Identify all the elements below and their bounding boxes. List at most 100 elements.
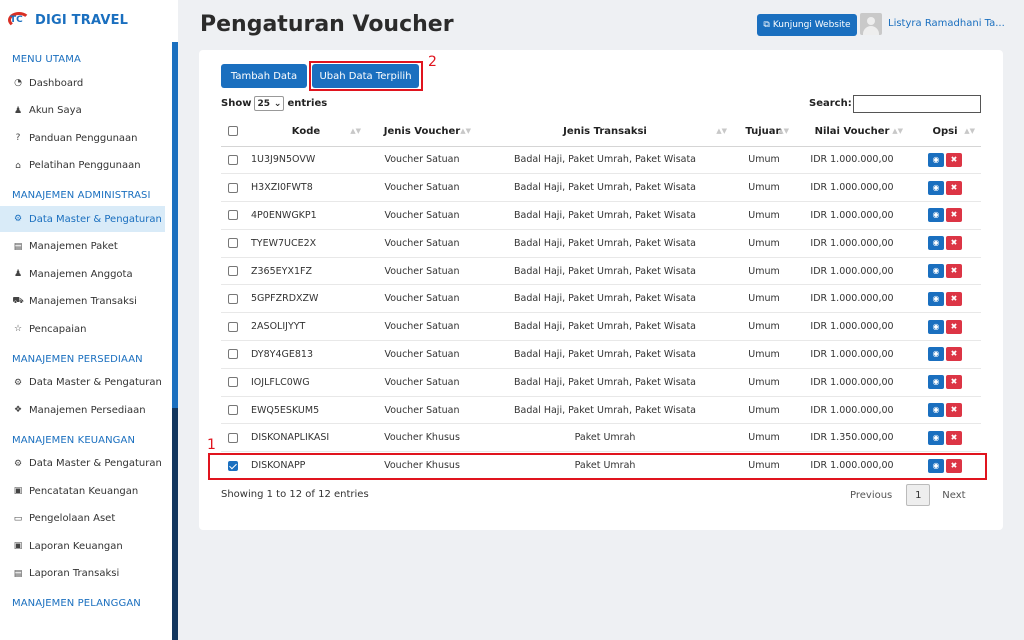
delete-icon[interactable]: ✖: [946, 319, 962, 334]
sidebar-item[interactable]: ⌂ Pelatihan Penggunaan: [0, 153, 165, 179]
sidebar-item[interactable]: ❖ Manajemen Persediaan: [0, 397, 165, 423]
sidebar-item[interactable]: ⛟ Manajemen Transaksi: [0, 289, 165, 315]
delete-icon[interactable]: ✖: [946, 264, 962, 279]
row-select-cell[interactable]: [221, 312, 245, 342]
sidebar-item[interactable]: ☆ Pencapaian: [0, 316, 165, 342]
search-input[interactable]: [853, 95, 981, 113]
cell-voucher-type: Voucher Satuan: [367, 201, 477, 230]
delete-icon[interactable]: ✖: [946, 152, 962, 167]
sidebar-item[interactable]: ⚙ Data Master & Pengaturan: [0, 206, 165, 232]
view-eye-icon[interactable]: ◉: [928, 319, 944, 334]
sidebar-item[interactable]: ▣ Laporan Keuangan: [0, 533, 165, 559]
view-eye-icon[interactable]: ◉: [928, 152, 944, 167]
col-header-options[interactable]: Opsi ▲▼: [909, 118, 981, 147]
sidebar-item[interactable]: ♟ Akun Saya: [0, 98, 165, 124]
row-select-cell[interactable]: [221, 229, 245, 258]
brand[interactable]: TC DIGI TRAVEL: [8, 12, 128, 28]
row-checkbox[interactable]: [228, 182, 238, 193]
table-row[interactable]: DY8Y4GE813 Voucher Satuan Badal Haji, Pake…: [221, 340, 981, 369]
col-header-code[interactable]: Kode ▲▼: [245, 118, 367, 147]
row-checkbox[interactable]: [228, 377, 238, 388]
table-row[interactable]: EWQ5ESKUM5 Voucher Satuan Badal Haji, Pake…: [221, 396, 981, 425]
sidebar-item[interactable]: ♟ Manajemen Anggota: [0, 261, 165, 287]
view-eye-icon[interactable]: ◉: [928, 403, 944, 418]
row-checkbox[interactable]: [228, 432, 238, 443]
sidebar-item[interactable]: ◔ Dashboard: [0, 70, 165, 96]
row-select-cell[interactable]: [221, 257, 245, 286]
delete-icon[interactable]: ✖: [946, 180, 962, 195]
row-checkbox[interactable]: [228, 154, 238, 165]
row-checkbox[interactable]: [228, 405, 238, 416]
sort-icon: ▲▼: [460, 127, 471, 135]
delete-icon[interactable]: ✖: [946, 291, 962, 306]
row-select-cell[interactable]: [221, 201, 245, 230]
select-all-header[interactable]: [221, 118, 245, 147]
col-header-trans-label: Jenis Transaksi: [563, 126, 647, 138]
row-select-cell[interactable]: [221, 423, 245, 453]
table-row[interactable]: 2ASOLIJYYT Voucher Satuan Badal Haji, Pake…: [221, 312, 981, 342]
row-checkbox[interactable]: [228, 266, 238, 277]
delete-icon[interactable]: ✖: [946, 208, 962, 223]
row-select-cell[interactable]: [221, 284, 245, 314]
delete-icon[interactable]: ✖: [946, 236, 962, 251]
delete-icon[interactable]: ✖: [946, 347, 962, 362]
row-checkbox[interactable]: [228, 321, 238, 332]
sidebar-item[interactable]: ? Panduan Penggunaan: [0, 125, 165, 151]
cell-code: TYEW7UCE2X: [245, 229, 367, 258]
view-eye-icon[interactable]: ◉: [928, 430, 944, 445]
view-eye-icon[interactable]: ◉: [928, 375, 944, 390]
view-eye-icon[interactable]: ◉: [928, 208, 944, 223]
view-eye-icon[interactable]: ◉: [928, 291, 944, 306]
row-checkbox[interactable]: [228, 293, 238, 304]
table-row[interactable]: 5GPFZRDXZW Voucher Satuan Badal Haji, Pake…: [221, 284, 981, 314]
view-eye-icon[interactable]: ◉: [928, 180, 944, 195]
row-checkbox[interactable]: [228, 349, 238, 360]
page-number-button[interactable]: 1: [906, 484, 931, 506]
col-header-target[interactable]: Tujuan ▲▼: [733, 118, 795, 147]
delete-icon[interactable]: ✖: [946, 430, 962, 445]
sidebar-scrollbar-thumb[interactable]: [172, 408, 178, 640]
cell-code: DY8Y4GE813: [245, 340, 367, 369]
row-checkbox[interactable]: [228, 210, 238, 221]
cell-target: Umum: [733, 423, 795, 453]
show-label: Show: [221, 98, 252, 109]
col-header-value[interactable]: Nilai Voucher ▲▼: [795, 118, 909, 147]
table-row[interactable]: TYEW7UCE2X Voucher Satuan Badal Haji, Pake…: [221, 229, 981, 258]
sidebar-item[interactable]: ⚙ Data Master & Pengaturan: [0, 370, 165, 396]
select-all-checkbox[interactable]: [228, 126, 238, 137]
sidebar-item[interactable]: ⚙ Data Master & Pengaturan: [0, 451, 165, 477]
view-eye-icon[interactable]: ◉: [928, 347, 944, 362]
row-select-cell[interactable]: [221, 396, 245, 425]
table-row[interactable]: 1U3J9N5OVW Voucher Satuan Badal Haji, Pake…: [221, 146, 981, 175]
table-row[interactable]: IOJLFLC0WG Voucher Satuan Badal Haji, Pake…: [221, 368, 981, 397]
sidebar-item[interactable]: ▣ Pencatatan Keuangan: [0, 478, 165, 504]
delete-icon[interactable]: ✖: [946, 403, 962, 418]
table-row[interactable]: Z365EYX1FZ Voucher Satuan Badal Haji, Pake…: [221, 257, 981, 286]
row-select-cell[interactable]: [221, 146, 245, 175]
sidebar-item[interactable]: ▤ Laporan Transaksi: [0, 561, 165, 587]
col-header-type[interactable]: Jenis Voucher ▲▼: [367, 118, 477, 147]
table-row[interactable]: DISKONAPLIKASI Voucher Khusus Paket Umrah U…: [221, 423, 981, 453]
sidebar-section-title: MANAJEMEN PELANGGAN: [12, 598, 141, 609]
next-page-button[interactable]: Next: [942, 490, 965, 501]
sidebar-item[interactable]: ▤ Manajemen Paket: [0, 234, 165, 260]
entries-select[interactable]: 25 ⌄: [254, 96, 285, 111]
previous-page-button[interactable]: Previous: [850, 490, 892, 501]
row-select-cell[interactable]: [221, 173, 245, 203]
delete-icon[interactable]: ✖: [946, 375, 962, 390]
sidebar-scrollbar[interactable]: [172, 42, 178, 640]
avatar[interactable]: [860, 13, 882, 35]
add-data-button[interactable]: Tambah Data: [221, 64, 307, 88]
sidebar-item[interactable]: ▭ Pengelolaan Aset: [0, 506, 165, 532]
row-checkbox[interactable]: [228, 238, 238, 249]
user-name[interactable]: Listyra Ramadhani Ta...: [888, 18, 1006, 29]
view-eye-icon[interactable]: ◉: [928, 236, 944, 251]
table-row[interactable]: 4P0ENWGKP1 Voucher Satuan Badal Haji, Pake…: [221, 201, 981, 230]
col-header-trans[interactable]: Jenis Transaksi ▲▼: [477, 118, 733, 147]
cell-value: IDR 1.000.000,00: [795, 340, 909, 369]
view-eye-icon[interactable]: ◉: [928, 264, 944, 279]
visit-website-button[interactable]: ⧉ Kunjungi Website: [757, 14, 857, 36]
table-row[interactable]: H3XZI0FWT8 Voucher Satuan Badal Haji, Pake…: [221, 173, 981, 203]
row-select-cell[interactable]: [221, 340, 245, 369]
row-select-cell[interactable]: [221, 368, 245, 397]
